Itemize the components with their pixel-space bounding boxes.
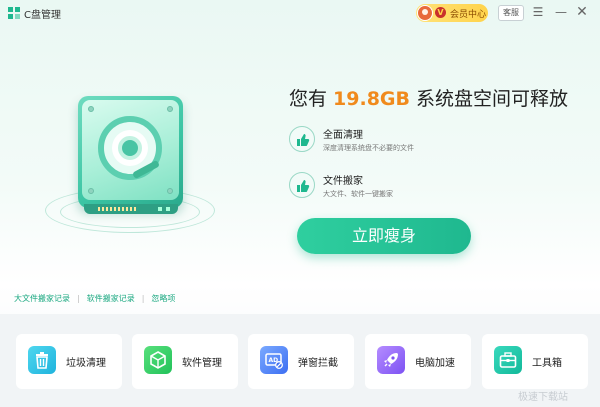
thumbs-up-icon <box>289 172 315 198</box>
cube-icon <box>144 346 172 374</box>
customer-service-button[interactable]: 客服 <box>498 5 524 21</box>
large-file-move-record-link[interactable]: 大文件搬家记录 <box>14 293 70 304</box>
ad-block-icon: AD <box>260 346 288 374</box>
watermark: 极速下载站 <box>518 392 568 403</box>
tool-software-manage[interactable]: 软件管理 <box>132 334 238 389</box>
trash-icon <box>28 346 56 374</box>
feature-desc: 大文件、软件一键搬家 <box>323 190 393 198</box>
app-window: C盘管理 V 会员中心 客服 ☰ — ✕ 您有 19.8GB 系统盘空间可释放 <box>0 0 600 407</box>
c-drive-logo-icon <box>8 7 20 19</box>
status-led <box>166 207 170 211</box>
feature-file-move: 文件搬家 大文件、软件一键搬家 <box>289 170 549 204</box>
menu-icon[interactable]: ☰ <box>530 4 546 20</box>
screw-icon <box>88 106 94 112</box>
headline-prefix: 您有 <box>289 88 334 110</box>
tool-popup-block[interactable]: AD 弹窗拦截 <box>248 334 354 389</box>
releasable-size: 19.8GB <box>333 88 411 110</box>
tool-label: 电脑加速 <box>415 358 455 369</box>
slim-now-button[interactable]: 立即瘦身 <box>297 218 471 254</box>
minimize-icon[interactable]: — <box>553 4 569 20</box>
record-links: 大文件搬家记录 | 软件搬家记录 | 忽略项 <box>14 293 175 304</box>
feature-desc: 深度清理系统盘不必要的文件 <box>323 144 414 152</box>
vip-center-button[interactable]: V 会员中心 <box>416 4 488 22</box>
tool-toolbox[interactable]: 工具箱 <box>482 334 588 389</box>
tool-pc-speedup[interactable]: 电脑加速 <box>365 334 471 389</box>
tool-label: 软件管理 <box>182 358 222 369</box>
avatar <box>417 5 433 21</box>
software-move-record-link[interactable]: 软件搬家记录 <box>87 293 135 304</box>
tool-label: 弹窗拦截 <box>298 358 338 369</box>
tool-junk-clean[interactable]: 垃圾清理 <box>16 334 122 389</box>
screw-icon <box>167 188 173 194</box>
headline-suffix: 系统盘空间可释放 <box>410 88 569 110</box>
thumbs-up-icon <box>289 126 315 152</box>
status-led <box>158 207 162 211</box>
app-title: C盘管理 <box>24 10 61 21</box>
divider: | <box>141 294 145 303</box>
tool-label: 垃圾清理 <box>66 358 106 369</box>
ignored-items-link[interactable]: 忽略项 <box>151 293 175 304</box>
close-icon[interactable]: ✕ <box>574 4 590 20</box>
rocket-icon <box>377 346 405 374</box>
hard-disk-illustration <box>40 78 220 248</box>
feature-title: 文件搬家 <box>323 176 363 187</box>
space-headline: 您有 19.8GB 系统盘空间可释放 <box>289 84 568 111</box>
screw-icon <box>88 188 94 194</box>
connector-pins <box>98 207 138 211</box>
divider: | <box>77 294 80 303</box>
title-bar: C盘管理 V 会员中心 客服 ☰ — ✕ <box>0 0 600 26</box>
disk-spindle <box>118 136 142 160</box>
screw-icon <box>167 106 173 112</box>
feature-title: 全面清理 <box>323 130 363 141</box>
toolbox-icon <box>494 346 522 374</box>
tool-label: 工具箱 <box>532 358 562 369</box>
vip-badge: V <box>435 7 446 18</box>
feature-full-clean: 全面清理 深度清理系统盘不必要的文件 <box>289 124 549 158</box>
vip-center-label: 会员中心 <box>450 10 487 20</box>
